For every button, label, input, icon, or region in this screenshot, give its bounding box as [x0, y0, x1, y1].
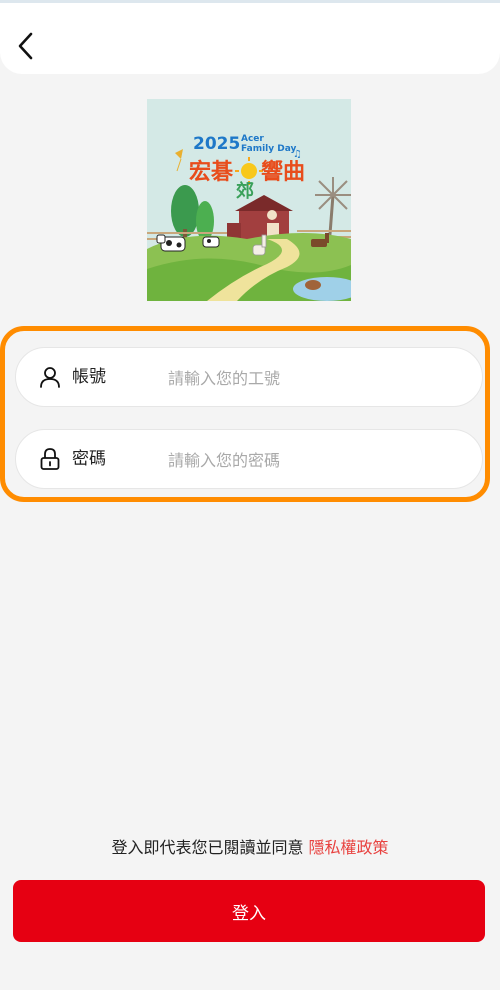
- banner-title-2: 響曲: [261, 159, 305, 185]
- account-input[interactable]: [166, 360, 470, 396]
- account-field[interactable]: 帳號: [15, 347, 483, 407]
- chevron-left-icon: [18, 32, 33, 60]
- banner-title-3: 郊: [236, 180, 254, 202]
- account-label: 帳號: [72, 367, 106, 387]
- consent-statement: 登入即代表您已閱讀並同意: [111, 838, 304, 857]
- cow: [202, 236, 220, 248]
- password-input[interactable]: [166, 442, 470, 478]
- banner-illustration: 2025 Acer Family Day ♫ 宏碁 響曲 郊: [147, 99, 351, 301]
- user-icon: [40, 367, 60, 388]
- password-label: 密碼: [72, 449, 106, 469]
- top-edge: [0, 0, 500, 3]
- banner-brand: Acer: [241, 134, 264, 144]
- consent-text: 登入即代表您已閱讀並同意 隱私權政策: [0, 834, 500, 858]
- password-field[interactable]: 密碼: [15, 429, 483, 489]
- svg-text:♫: ♫: [293, 149, 302, 160]
- back-button[interactable]: [10, 26, 42, 66]
- event-banner: 2025 Acer Family Day ♫ 宏碁 響曲 郊: [147, 99, 351, 301]
- banner-year: 2025: [193, 134, 240, 154]
- login-button[interactable]: 登入: [13, 880, 485, 942]
- banner-subtitle: Family Day: [241, 144, 297, 154]
- top-nav-bar: [0, 0, 500, 74]
- cow: [156, 234, 186, 252]
- lock-icon: [40, 448, 60, 470]
- banner-title-1: 宏碁: [189, 159, 234, 185]
- privacy-policy-link[interactable]: 隱私權政策: [309, 838, 389, 857]
